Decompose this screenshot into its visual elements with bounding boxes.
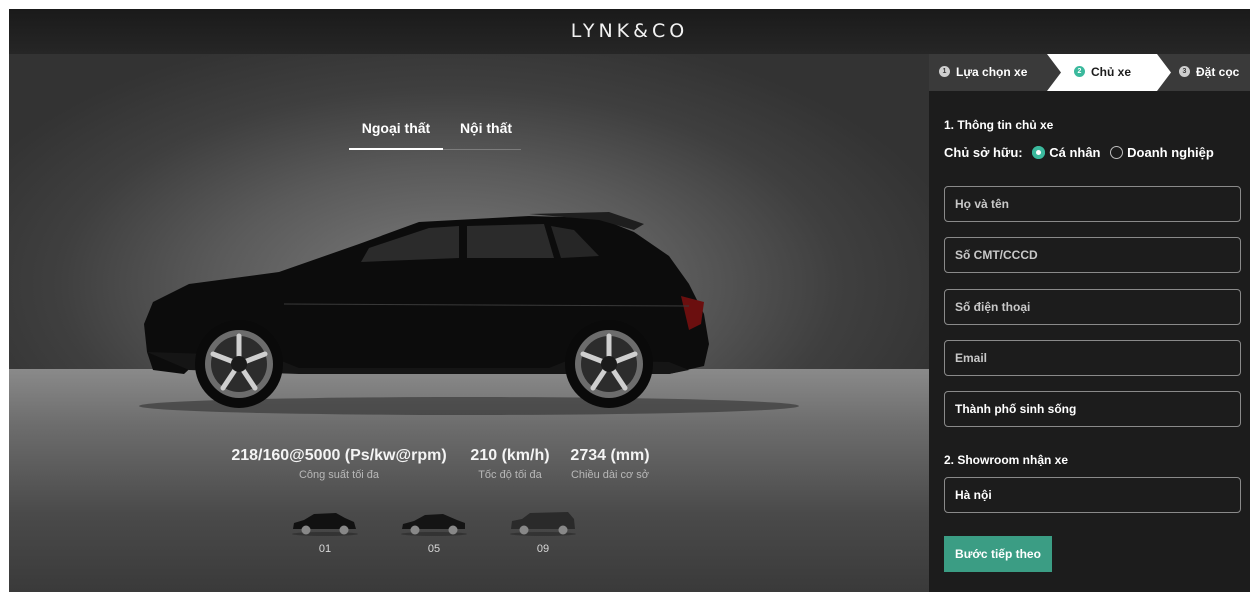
owner-type-label: Chủ sở hữu: bbox=[944, 145, 1023, 160]
tab-interior[interactable]: Nội thất bbox=[451, 120, 521, 150]
model-01-option[interactable]: 01 bbox=[285, 509, 365, 555]
fullname-input[interactable] bbox=[944, 186, 1241, 222]
spec-wheelbase-value: 2734 (mm) bbox=[570, 447, 650, 464]
step-1-number-icon: 1 bbox=[939, 66, 950, 78]
radio-business-label[interactable]: Doanh nghiệp bbox=[1127, 145, 1214, 160]
step-1-label: Lựa chọn xe bbox=[956, 65, 1028, 79]
phone-input[interactable] bbox=[944, 289, 1241, 325]
brand-logo[interactable]: LYNK&CO bbox=[9, 20, 1250, 42]
step-2-number-icon: 2 bbox=[1074, 66, 1085, 78]
next-step-button[interactable]: Bước tiếp theo bbox=[944, 536, 1052, 572]
model-selector: 01 05 09 bbox=[9, 509, 929, 569]
step-progress: 1 Lựa chọn xe 2 Chủ xe 3 Đặt cọc bbox=[929, 54, 1250, 91]
view-tabs: Ngoại thất Nội thất bbox=[349, 120, 521, 150]
section-owner-info-title: 1. Thông tin chủ xe bbox=[944, 118, 1054, 132]
tab-exterior[interactable]: Ngoại thất bbox=[349, 120, 443, 150]
model-01-label: 01 bbox=[318, 543, 332, 555]
car-image bbox=[139, 212, 799, 415]
top-bar: LYNK&CO bbox=[9, 9, 1250, 54]
spec-power-label: Công suất tối đa bbox=[298, 469, 380, 481]
spec-wheelbase-label: Chiều dài cơ sở bbox=[570, 469, 649, 481]
spec-wheelbase: 2734 (mm) Chiều dài cơ sở bbox=[565, 447, 655, 481]
spec-power: 218/160@5000 (Ps/kw@rpm) Công suất tối đ… bbox=[227, 447, 451, 481]
model-09-label: 09 bbox=[536, 543, 550, 555]
radio-business[interactable] bbox=[1110, 146, 1124, 160]
spec-list: 218/160@5000 (Ps/kw@rpm) Công suất tối đ… bbox=[9, 447, 929, 487]
email-input[interactable] bbox=[944, 340, 1241, 376]
step-3-number-icon: 3 bbox=[1179, 66, 1190, 78]
spec-speed: 210 (km/h) Tốc độ tối đa bbox=[465, 447, 555, 481]
radio-individual-label[interactable]: Cá nhân bbox=[1049, 145, 1100, 160]
step-select-car[interactable]: 1 Lựa chọn xe bbox=[939, 54, 1027, 91]
spec-speed-label: Tốc độ tối đa bbox=[478, 469, 542, 481]
spec-speed-value: 210 (km/h) bbox=[470, 447, 550, 464]
step-2-label: Chủ xe bbox=[1091, 65, 1132, 79]
spec-power-value: 218/160@5000 (Ps/kw@rpm) bbox=[231, 447, 447, 464]
id-number-input[interactable] bbox=[944, 237, 1241, 273]
step-deposit[interactable]: 3 Đặt cọc bbox=[1179, 54, 1239, 91]
step-3-label: Đặt cọc bbox=[1196, 65, 1240, 79]
app-frame: LYNK&CO Ngoại thất Nội thất 218/160@5000… bbox=[9, 9, 1250, 592]
step-owner[interactable]: 2 Chủ xe bbox=[1074, 54, 1131, 91]
model-09-option[interactable]: 09 bbox=[503, 509, 583, 555]
model-09-thumbnail bbox=[510, 512, 576, 536]
section-showroom-title: 2. Showroom nhận xe bbox=[944, 453, 1069, 467]
owner-type-group: Chủ sở hữu: Cá nhân Doanh nghiệp bbox=[944, 145, 1214, 160]
model-05-label: 05 bbox=[427, 543, 441, 555]
model-05-option[interactable]: 05 bbox=[394, 509, 474, 555]
showroom-select[interactable] bbox=[944, 477, 1241, 513]
car-viewer: Ngoại thất Nội thất 218/160@5000 (Ps/kw@… bbox=[9, 54, 929, 592]
model-01-thumbnail bbox=[292, 513, 358, 536]
order-panel: 1 Lựa chọn xe 2 Chủ xe 3 Đặt cọc 1. Thông t… bbox=[929, 54, 1250, 592]
model-05-thumbnail bbox=[401, 514, 467, 536]
city-select[interactable] bbox=[944, 391, 1241, 427]
radio-individual[interactable] bbox=[1032, 146, 1046, 160]
